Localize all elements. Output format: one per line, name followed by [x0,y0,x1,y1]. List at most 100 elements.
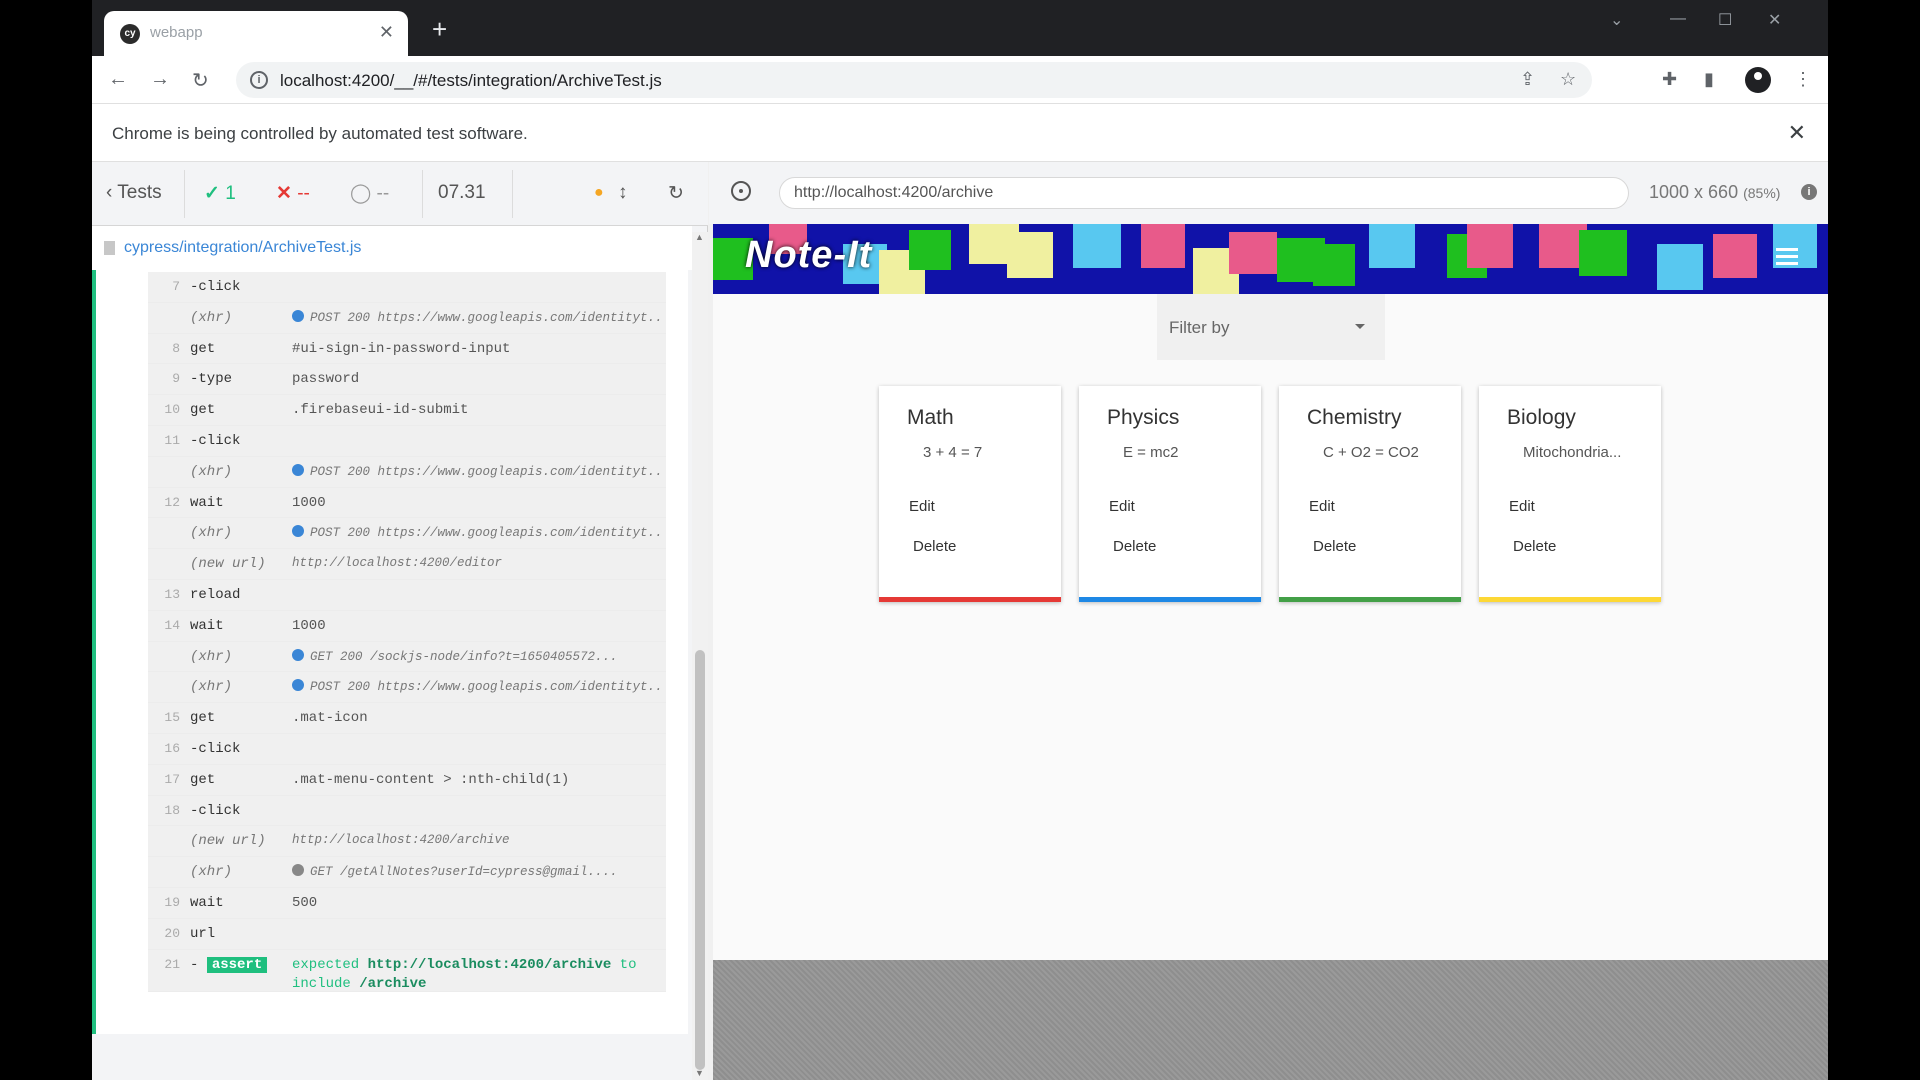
command-row[interactable]: 17 get .mat-menu-content > :nth-child(1) [148,764,666,796]
command-row[interactable]: 13 reload [148,579,666,611]
close-tab-icon[interactable]: ✕ [379,22,394,43]
command-row[interactable]: (xhr) POST 200 https://www.googleapis.com… [148,456,666,488]
command-message: POST 200 https://www.googleapis.com/iden… [292,525,662,540]
address-url[interactable]: localhost:4200/__/#/tests/integration/Ar… [280,71,662,91]
command-message: POST 200 https://www.googleapis.com/iden… [292,463,662,479]
extensions-icon[interactable]: ✚ [1662,69,1677,90]
command-row[interactable]: 15 get .mat-icon [148,703,666,734]
xhr-status-dot-icon [292,525,304,538]
delete-button[interactable]: Delete [913,538,956,555]
aut-url-bar: http://localhost:4200/archive [779,177,1629,209]
duration: 07.31 [438,182,486,203]
command-row[interactable]: 9 -type password [148,364,666,396]
command-row[interactable]: 14 wait 1000 [148,610,666,642]
maximize-icon[interactable]: ☐ [1718,10,1732,30]
filter-select[interactable]: Filter by [1157,294,1385,360]
side-panel-icon[interactable]: ▮ [1704,69,1714,90]
command-row[interactable]: (xhr) POST 200 https://www.googleapis.com… [148,302,666,334]
edit-button[interactable]: Edit [1109,498,1135,515]
scroll-down-arrow-icon[interactable]: ▼ [695,1068,704,1078]
tab-search-icon[interactable]: ⌄ [1610,10,1623,30]
command-number: 14 [164,617,180,633]
pending-count: ◯ -- [350,182,389,205]
command-row[interactable]: 12 wait 1000 [148,487,666,519]
cypress-runner: ‹ Tests ✓ 1 ✕ -- ◯ -- 07.31 ● ↕ ↻ cypres… [92,162,1828,1080]
delete-button[interactable]: Delete [1113,538,1156,555]
failed-count: ✕ -- [276,182,310,205]
minimize-icon[interactable]: — [1670,10,1686,28]
divider [422,170,423,218]
command-name: -type [190,371,233,388]
delete-button[interactable]: Delete [1313,538,1356,555]
forward-icon[interactable]: → [150,68,170,91]
site-info-icon[interactable]: i [250,71,268,89]
hamburger-menu-icon[interactable] [1776,248,1798,266]
sticky-note-decor [1713,234,1757,278]
bookmark-star-icon[interactable]: ☆ [1560,69,1576,90]
profile-avatar[interactable] [1745,67,1771,93]
command-row[interactable]: (xhr) POST 200 https://www.googleapis.com… [148,518,666,550]
back-icon[interactable]: ← [108,68,128,91]
note-title: Physics [1107,406,1180,429]
share-icon[interactable]: ⇪ [1520,69,1535,90]
command-row[interactable]: 16 -click [148,733,666,765]
command-name: (xhr) [190,525,233,542]
command-row[interactable]: (xhr) POST 200 https://www.googleapis.com… [148,672,666,704]
command-row[interactable]: (new url) http://localhost:4200/archive [148,826,666,858]
command-row[interactable]: 7 -click [148,272,666,303]
viewport-info-icon[interactable]: i [1801,184,1817,200]
sticky-note-decor [1229,232,1277,274]
assert-row[interactable]: 21 - assert expected http://localhost:4200… [148,949,666,992]
command-message: 1000 [292,495,662,511]
command-name: -click [190,802,241,819]
close-infobar-icon[interactable]: ✕ [1788,120,1806,146]
command-name: -click [190,279,241,295]
scrollbar-thumb[interactable] [695,650,705,1070]
command-row[interactable]: 8 get #ui-sign-in-password-input [148,333,666,365]
reporter-scrollbar[interactable]: ▲ ▼ [692,232,708,1080]
command-row[interactable]: (xhr) GET /getAllNotes?userId=cypress@gma… [148,857,666,888]
reload-icon[interactable]: ↻ [192,68,209,93]
browser-tab[interactable]: cy webapp ✕ [104,11,408,56]
command-row[interactable]: 18 -click [148,795,666,827]
command-number: 17 [164,771,180,787]
command-row[interactable]: 10 get .firebaseui-id-submit [148,395,666,426]
command-number: 8 [172,340,180,356]
command-name: (xhr) [190,309,233,326]
tests-back-button[interactable]: ‹ Tests [106,182,162,204]
command-number: 13 [164,586,180,602]
command-row[interactable]: 19 wait 500 [148,887,666,919]
reporter-panel: ‹ Tests ✓ 1 ✕ -- ◯ -- 07.31 ● ↕ ↻ cypres… [92,162,708,1080]
passed-count: ✓ 1 [204,182,236,205]
edit-button[interactable]: Edit [1509,498,1535,515]
command-row[interactable]: 11 -click [148,425,666,457]
new-tab-icon[interactable]: + [432,16,447,42]
filter-placeholder: Filter by [1169,318,1230,337]
command-message-text: 1000 [292,494,326,511]
auto-scroll-icon[interactable]: ↕ [618,182,628,204]
delete-button[interactable]: Delete [1513,538,1556,555]
note-body: 3 + 4 = 7 [923,444,983,461]
spec-path-link[interactable]: cypress/integration/ArchiveTest.js [124,239,361,257]
browser-menu-icon[interactable]: ⋮ [1794,69,1812,90]
command-message: 1000 [292,618,662,634]
close-window-icon[interactable]: ✕ [1768,10,1781,30]
scroll-up-arrow-icon[interactable]: ▲ [695,232,704,242]
sticky-note-decor [1369,224,1415,268]
rerun-icon[interactable]: ↻ [668,182,684,205]
command-message-text: http://localhost:4200/editor [292,556,503,571]
edit-button[interactable]: Edit [1309,498,1335,515]
selector-playground-icon[interactable] [731,181,751,201]
address-bar[interactable]: i localhost:4200/__/#/tests/integration/… [236,62,1592,98]
command-row[interactable]: 20 url [148,918,666,950]
command-row[interactable]: (new url) http://localhost:4200/editor [148,549,666,580]
aut-url-text: http://localhost:4200/archive [794,184,994,201]
edit-button[interactable]: Edit [909,498,935,515]
command-number: 18 [164,802,180,818]
viewport-scale: (85%) [1743,185,1781,201]
command-number: 20 [164,925,180,941]
command-message: 500 [292,895,662,911]
cypress-favicon-icon: cy [120,24,140,44]
sticky-note-decor [1313,244,1355,286]
command-row[interactable]: (xhr) GET 200 /sockjs-node/info?t=1650405… [148,641,666,673]
